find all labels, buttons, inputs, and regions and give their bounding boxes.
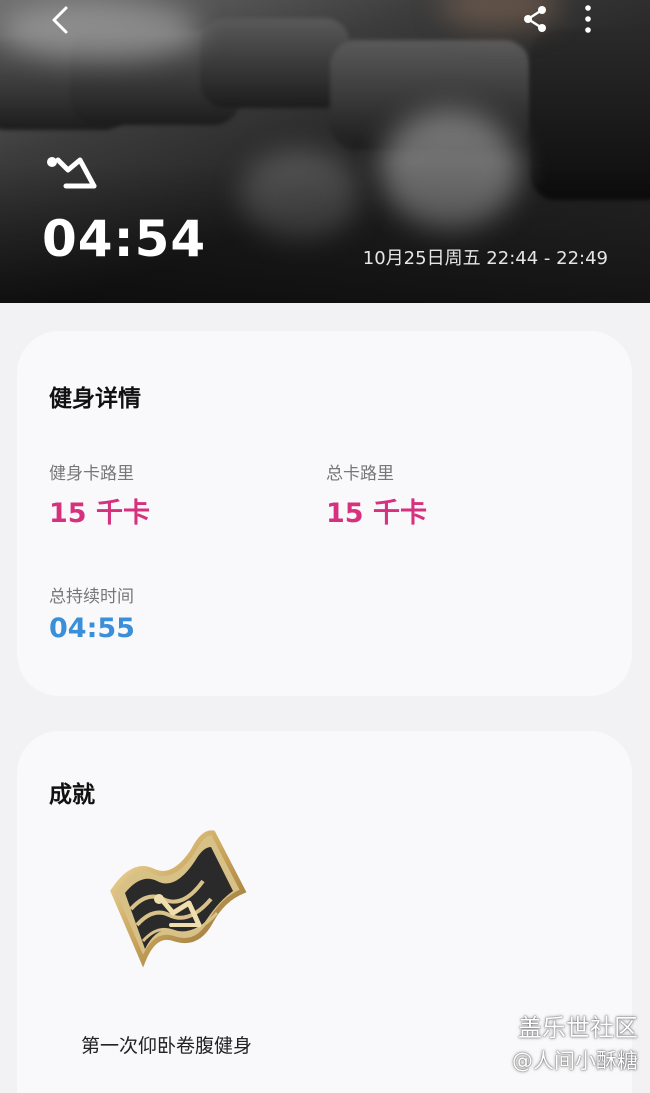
dumbbell-shape [200,18,350,108]
badge-name: 第一次仰卧卷腹健身 [81,1035,253,1057]
workout-date-range: 10月25日周五 22:44 - 22:49 [362,248,608,269]
watermark-community: 盖乐世社区 [518,1014,638,1042]
total-duration-label: 总持续时间 [49,587,134,607]
hero-banner: 04:54 10月25日周五 22:44 - 22:49 [0,0,650,303]
share-icon [524,6,546,32]
bokeh-light [0,0,200,60]
workout-calories-value: 15 千卡 [49,498,150,529]
total-calories-label: 总卡路里 [326,464,394,484]
workout-duration: 04:54 [42,210,207,268]
workout-details-card: 健身详情 健身卡路里 15 千卡 总卡路里 15 千卡 总持续时间 04:55 [17,331,632,696]
share-button[interactable] [518,2,552,36]
back-button[interactable] [46,4,78,36]
total-calories-value: 15 千卡 [326,498,427,529]
sit-up-icon [47,157,97,189]
chevron-left-icon [52,6,68,34]
details-title: 健身详情 [49,386,141,412]
total-duration-value: 04:55 [49,613,135,644]
watermark-user: @人间小酥糖 [512,1049,638,1073]
achievements-title: 成就 [49,782,95,808]
more-options-button[interactable] [578,2,598,36]
workout-calories-label: 健身卡路里 [49,464,134,484]
more-vertical-icon [585,5,591,33]
situp-badge-icon[interactable] [93,821,263,991]
